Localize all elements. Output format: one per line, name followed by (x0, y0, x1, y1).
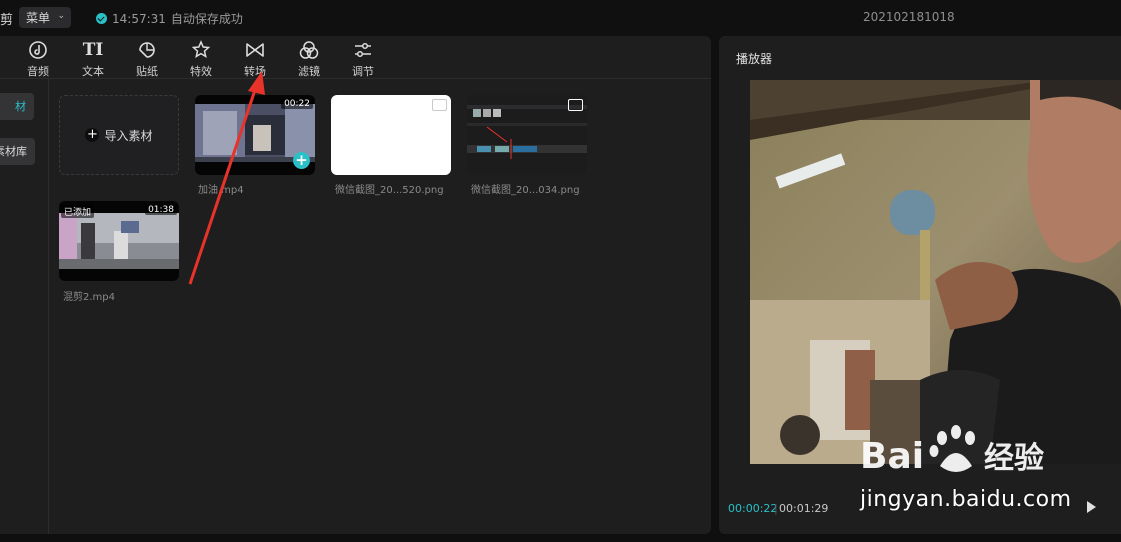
baidu-logo: Bai 经验 (860, 425, 1044, 477)
media-thumbnail-image[interactable] (467, 95, 587, 175)
total-time: 00:01:29 (779, 502, 829, 515)
import-label: 导入素材 (104, 128, 153, 143)
title-bar: 剪 菜单 ⌄ 14:57:31 自动保存成功 202102181018 (0, 0, 1121, 36)
category-toolbar: 音频 TI 文本 贴纸 特效 转场 滤镜 调节 (0, 36, 711, 79)
check-icon (96, 13, 107, 24)
media-filename: 微信截图_20...520.png (335, 185, 444, 196)
tool-label: 文本 (82, 65, 104, 78)
media-filename: 加油.mp4 (198, 185, 244, 196)
tool-audio[interactable]: 音频 (18, 40, 58, 78)
import-media-button[interactable]: + 导入素材 (59, 95, 179, 175)
svg-text:Bai: Bai (860, 436, 924, 477)
tool-label: 调节 (352, 65, 374, 78)
transition-icon (246, 43, 264, 57)
play-button[interactable] (1087, 501, 1096, 513)
tool-label: 滤镜 (298, 65, 320, 78)
media-filename: 混剪2.mp4 (63, 292, 115, 303)
tool-effects[interactable]: 特效 (181, 40, 221, 78)
duration-badge: 01:38 (145, 205, 177, 215)
sidebar-item-library[interactable]: 素材库 (0, 138, 35, 165)
baidu-watermark: Bai 经验 jingyan.baidu.com (860, 418, 1072, 518)
player-title: 播放器 (736, 52, 773, 66)
audio-icon (29, 41, 47, 59)
media-filename: 微信截图_20...034.png (471, 185, 580, 196)
save-time: 14:57:31 (112, 11, 166, 26)
image-type-icon (432, 99, 447, 111)
tool-adjust[interactable]: 调节 (343, 40, 383, 78)
app-logo: 剪 (0, 13, 14, 28)
tool-label: 特效 (190, 65, 212, 78)
menu-label: 菜单 (26, 11, 51, 25)
project-title: 202102181018 (863, 10, 955, 24)
media-thumbnail-image[interactable] (331, 95, 451, 175)
media-panel: 音频 TI 文本 贴纸 特效 转场 滤镜 调节 材 素材库 (0, 36, 711, 534)
save-text: 自动保存成功 (170, 12, 243, 26)
menu-dropdown[interactable]: 菜单 ⌄ (19, 7, 71, 28)
filter-icon (299, 41, 319, 59)
tool-text[interactable]: TI 文本 (73, 40, 113, 78)
autosave-status: 14:57:31 自动保存成功 (96, 10, 243, 27)
video-frame (750, 80, 1121, 464)
tool-transition[interactable]: 转场 (235, 40, 275, 78)
time-separator: | (774, 502, 778, 515)
media-thumbnail-video[interactable]: 00:22 + (195, 95, 315, 175)
text-icon: TI (82, 40, 104, 60)
effects-icon (191, 40, 211, 58)
current-time: 00:00:22 (728, 502, 778, 515)
chevron-down-icon: ⌄ (57, 11, 65, 21)
adjust-icon (355, 42, 371, 58)
tool-sticker[interactable]: 贴纸 (127, 40, 167, 78)
add-to-timeline-button[interactable]: + (293, 152, 310, 169)
tool-label: 贴纸 (136, 65, 158, 78)
added-badge: 已添加 (61, 205, 95, 218)
sticker-icon (139, 42, 155, 58)
tool-filter[interactable]: 滤镜 (289, 40, 329, 78)
svg-text:经验: 经验 (984, 441, 1044, 476)
image-type-icon (568, 99, 583, 111)
sidebar-item-local[interactable]: 材 (0, 93, 34, 120)
media-thumbnail-video[interactable]: 已添加 01:38 (59, 201, 179, 281)
media-sidebar: 材 素材库 (0, 78, 49, 534)
video-preview[interactable] (750, 80, 1121, 464)
tool-label: 音频 (27, 65, 49, 78)
tool-label: 转场 (244, 65, 266, 78)
plus-icon: + (85, 127, 100, 142)
watermark-url: jingyan.baidu.com (860, 487, 1072, 512)
duration-badge: 00:22 (281, 99, 313, 109)
